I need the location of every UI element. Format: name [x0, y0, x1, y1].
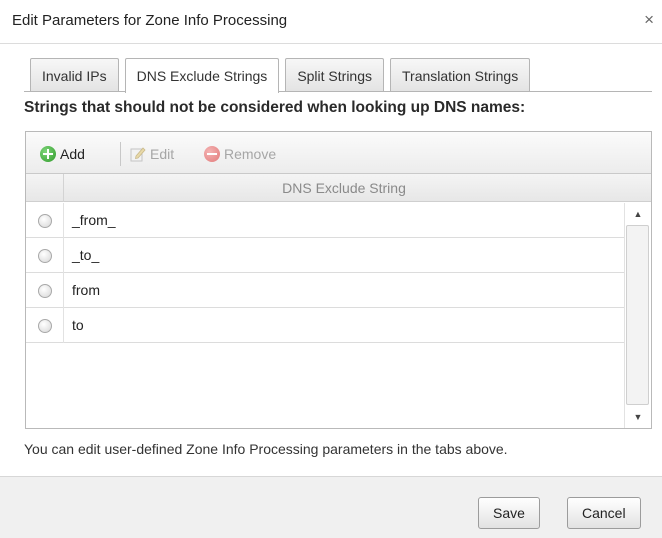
edit-button-label: Edit: [150, 146, 175, 162]
scroll-down-arrow-icon[interactable]: ▼: [625, 406, 651, 428]
row-value: to: [72, 317, 84, 333]
edit-button[interactable]: Edit: [130, 144, 174, 164]
row-value: from: [72, 282, 100, 298]
add-button-label: Add: [60, 146, 85, 162]
add-icon: [40, 146, 56, 162]
tab-bar: Invalid IPs DNS Exclude Strings Split St…: [30, 58, 536, 93]
grid-toolbar: Add Edit Remove: [26, 132, 651, 174]
add-button[interactable]: Add: [40, 144, 85, 164]
cancel-button[interactable]: Cancel: [567, 497, 641, 529]
dialog-footer: Save Cancel: [0, 476, 662, 538]
row-select-cell: [26, 308, 64, 343]
table-row[interactable]: from: [26, 273, 626, 308]
row-value: _from_: [72, 212, 116, 228]
table-row[interactable]: to: [26, 308, 626, 343]
row-value: _to_: [72, 247, 100, 263]
tab-split-strings[interactable]: Split Strings: [285, 58, 385, 92]
tab-dns-exclude-strings[interactable]: DNS Exclude Strings: [124, 58, 280, 93]
column-header-dns-exclude-string[interactable]: DNS Exclude String: [64, 174, 624, 202]
toolbar-separator: [120, 142, 121, 166]
edit-icon: [130, 146, 146, 162]
remove-icon: [204, 146, 220, 162]
exclude-strings-grid: Add Edit Remove DNS Exclude String _from…: [25, 131, 652, 429]
row-select-cell: [26, 238, 64, 273]
edit-parameters-dialog: Edit Parameters for Zone Info Processing…: [0, 0, 662, 538]
remove-button-label: Remove: [224, 146, 277, 162]
row-radio[interactable]: [38, 284, 52, 298]
help-text: You can edit user-defined Zone Info Proc…: [24, 441, 508, 457]
remove-button[interactable]: Remove: [204, 144, 276, 164]
save-button[interactable]: Save: [478, 497, 540, 529]
tab-divider: [24, 91, 652, 92]
vertical-scrollbar[interactable]: ▲ ▼: [624, 203, 650, 428]
table-row[interactable]: _to_: [26, 238, 626, 273]
close-icon[interactable]: ×: [644, 10, 654, 30]
row-radio[interactable]: [38, 249, 52, 263]
scrollbar-thumb[interactable]: [626, 225, 649, 405]
table-header: DNS Exclude String: [26, 174, 651, 202]
select-column-header: [26, 174, 64, 202]
table-body: _from_ _to_ from to: [26, 203, 626, 343]
row-select-cell: [26, 203, 64, 238]
row-radio[interactable]: [38, 319, 52, 333]
row-radio[interactable]: [38, 214, 52, 228]
section-heading: Strings that should not be considered wh…: [24, 99, 526, 116]
dialog-titlebar: Edit Parameters for Zone Info Processing…: [0, 0, 662, 44]
tab-translation-strings[interactable]: Translation Strings: [390, 58, 531, 92]
tab-invalid-ips[interactable]: Invalid IPs: [30, 58, 119, 92]
scroll-up-arrow-icon[interactable]: ▲: [625, 203, 651, 225]
table-row[interactable]: _from_: [26, 203, 626, 238]
row-select-cell: [26, 273, 64, 308]
dialog-title: Edit Parameters for Zone Info Processing: [12, 12, 288, 29]
